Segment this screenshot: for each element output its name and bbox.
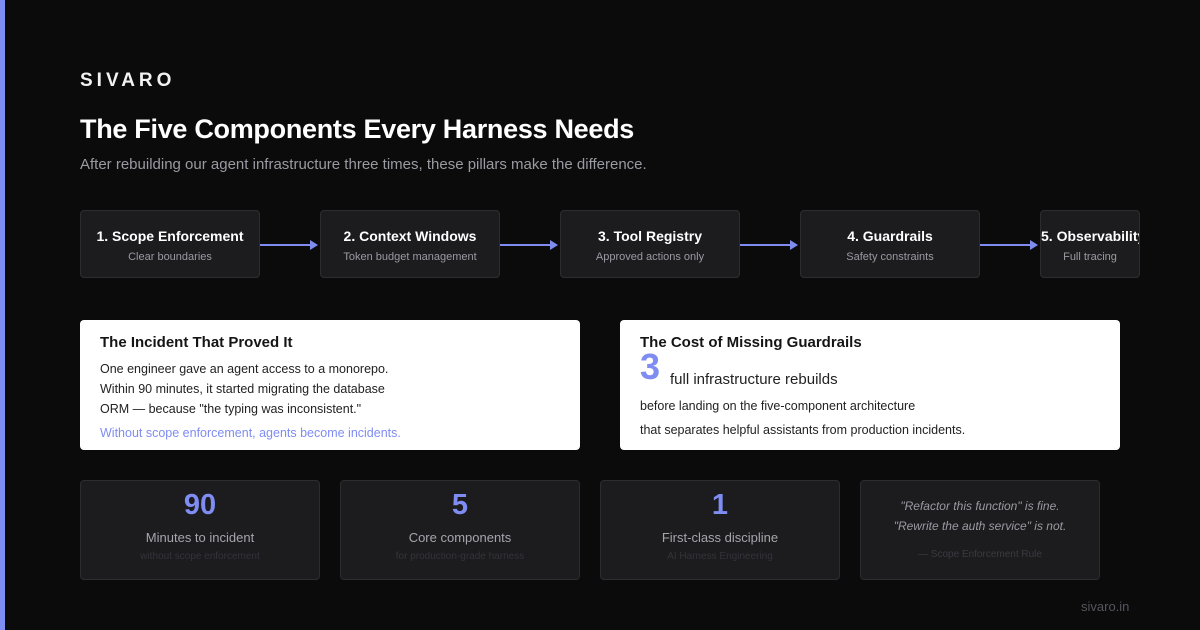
step-context-windows: 2. Context Windows Token budget manageme…	[320, 210, 500, 278]
step-name: 5. Observability	[1041, 228, 1140, 244]
stat-value: 1	[711, 489, 729, 521]
footer-url: sivaro.in	[1081, 599, 1130, 614]
stat-sub: AI Harness Engineering	[667, 551, 773, 562]
step-desc: Clear boundaries	[128, 251, 212, 263]
incident-text-line: ORM — because "the typing was inconsiste…	[100, 402, 362, 416]
stat-first-class-discipline: 1 First-class discipline AI Harness Engi…	[600, 480, 840, 580]
rebuild-count: 3	[640, 346, 661, 387]
step-desc: Token budget management	[343, 251, 477, 263]
stat-value: 90	[183, 489, 217, 521]
stat-label: First-class discipline	[661, 530, 779, 545]
cost-card: The Cost of Missing Guardrails 3 full in…	[620, 320, 1120, 450]
page-subtitle: After rebuilding our agent infrastructur…	[80, 156, 647, 173]
incident-card: The Incident That Proved It One engineer…	[80, 320, 580, 450]
flow-arrow-icon	[980, 240, 1038, 250]
flow-arrow-icon	[740, 240, 798, 250]
stat-label: Core components	[408, 530, 512, 545]
cost-title: The Cost of Missing Guardrails	[640, 334, 862, 351]
quote-attribution: — Scope Enforcement Rule	[918, 549, 1042, 560]
stat-minutes-to-incident: 90 Minutes to incident without scope enf…	[80, 480, 320, 580]
step-desc: Safety constraints	[846, 251, 934, 263]
stat-sub: for production-grade harness	[395, 551, 525, 562]
flow-arrow-icon	[260, 240, 318, 250]
step-scope-enforcement: 1. Scope Enforcement Clear boundaries	[80, 210, 260, 278]
step-observability: 5. Observability Full tracing	[1040, 210, 1140, 278]
incident-text-line: One engineer gave an agent access to a m…	[100, 362, 389, 376]
page-title: The Five Components Every Harness Needs	[80, 114, 634, 144]
cost-text-line: before landing on the five-component arc…	[640, 399, 916, 413]
accent-bar	[0, 0, 5, 630]
quote-line: "Rewrite the auth service" is not.	[893, 519, 1067, 533]
step-tool-registry: 3. Tool Registry Approved actions only	[560, 210, 740, 278]
stat-core-components: 5 Core components for production-grade h…	[340, 480, 580, 580]
step-name: 2. Context Windows	[343, 228, 477, 244]
flow-arrow-icon	[500, 240, 558, 250]
step-desc: Full tracing	[1063, 251, 1117, 263]
incident-note: Without scope enforcement, agents become…	[100, 426, 401, 440]
brand-logo: SIVARO	[80, 70, 176, 91]
stat-label: Minutes to incident	[145, 530, 255, 545]
stat-sub: without scope enforcement	[140, 551, 260, 562]
cost-text-line: that separates helpful assistants from p…	[640, 423, 966, 437]
incident-text-line: Within 90 minutes, it started migrating …	[100, 382, 385, 396]
rebuild-count-label: full infrastructure rebuilds	[670, 371, 838, 388]
step-name: 4. Guardrails	[847, 228, 933, 244]
step-name: 3. Tool Registry	[598, 228, 702, 244]
step-guardrails: 4. Guardrails Safety constraints	[800, 210, 980, 278]
incident-title: The Incident That Proved It	[100, 334, 293, 351]
quote-tile: "Refactor this function" is fine. "Rewri…	[860, 480, 1100, 580]
quote-line: "Refactor this function" is fine.	[900, 499, 1060, 513]
step-desc: Approved actions only	[595, 251, 705, 263]
step-name: 1. Scope Enforcement	[96, 228, 244, 244]
stat-value: 5	[451, 489, 469, 521]
